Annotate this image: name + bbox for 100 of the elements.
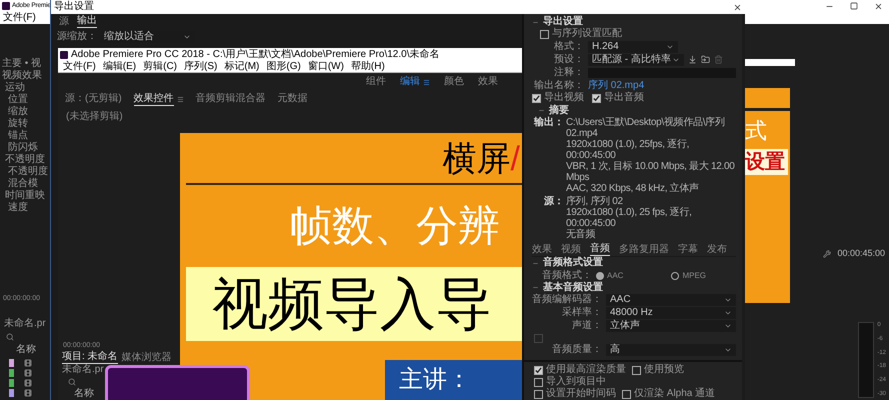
input-field[interactable]	[745, 59, 795, 66]
checkbox[interactable]	[534, 378, 543, 386]
close-icon[interactable]	[733, 2, 742, 12]
audio-dropdown[interactable]: 立体声	[606, 320, 736, 332]
audio-dropdown[interactable]: 48000 Hz	[606, 307, 736, 320]
settings-tab[interactable]: 视频	[561, 244, 581, 256]
menu-icon[interactable]	[176, 96, 184, 102]
field-label: 音频编解码器：	[532, 294, 602, 306]
summary-label: 源：	[543, 196, 564, 210]
wrench-icon[interactable]	[823, 250, 832, 258]
field-label: 音频格式：	[541, 270, 592, 281]
settings-tab[interactable]: 效果	[532, 244, 552, 256]
menu-item[interactable]: 序列(S)	[184, 60, 218, 72]
output-name-link[interactable]: 序列 02.mp4	[588, 80, 644, 92]
preset-dropdown[interactable]: 匹配源 - 高比特率	[588, 54, 684, 66]
restore-icon[interactable]	[850, 2, 858, 10]
menu-icon[interactable]	[423, 78, 430, 86]
caret-icon	[183, 33, 191, 41]
clip-icon	[24, 358, 32, 366]
settings-tab[interactable]: 字幕	[678, 244, 698, 256]
field-label: 输出名称：	[533, 80, 584, 92]
field-label: 采样率：	[561, 307, 602, 320]
save-preset-icon[interactable]	[688, 55, 697, 64]
menu-item[interactable]: 标记(M)	[224, 60, 260, 72]
search-icon[interactable]	[68, 378, 76, 386]
checkbox[interactable]	[622, 390, 631, 398]
menu-item[interactable]: 窗口(W)	[308, 60, 344, 72]
effect-label[interactable]: 视频效果	[2, 70, 42, 82]
effect-label[interactable]: 位置	[8, 94, 28, 106]
checkbox[interactable]	[540, 30, 549, 39]
clip-icon	[24, 368, 32, 376]
field-label: 格式：	[553, 40, 584, 53]
workspace-tab[interactable]: 效果	[478, 76, 498, 88]
slide-band	[745, 88, 790, 108]
effect-label[interactable]: 旋转	[8, 118, 28, 130]
slide-title: 横屏/	[442, 139, 520, 179]
menu-item[interactable]: 图形(G)	[266, 60, 301, 72]
settings-tab[interactable]: 音频	[590, 243, 610, 256]
clip-header: 主要 • 视	[2, 58, 42, 70]
panel-tab[interactable]: 源：(无剪辑)	[65, 93, 122, 105]
section-title: 摘要	[549, 104, 569, 116]
effect-label[interactable]: 混合模	[8, 178, 38, 190]
checkbox[interactable]	[534, 390, 543, 398]
effect-label[interactable]: 不透明度	[5, 154, 45, 166]
settings-tab[interactable]: 发布	[707, 244, 727, 256]
menu-item[interactable]: 编辑(E)	[102, 60, 136, 72]
effect-label[interactable]: 缩放	[8, 106, 28, 118]
menu-item[interactable]: 剪辑(C)	[143, 60, 178, 72]
dialog-title: 导出设置	[54, 1, 94, 13]
panel-tab[interactable]: 项目: 未命名	[62, 351, 118, 364]
settings-tab[interactable]: 多路复用器	[619, 244, 669, 256]
audio-dropdown[interactable]: AAC	[606, 294, 736, 306]
clip-icon	[24, 378, 32, 386]
empty-message: (未选择剪辑)	[65, 111, 124, 123]
slide-text: 式	[745, 119, 767, 143]
panel-tab[interactable]: 效果控件	[134, 92, 174, 106]
section-title: 音频格式设置	[543, 257, 603, 270]
workspace-tab[interactable]: 组件	[366, 76, 386, 88]
radio-label: AAC	[607, 270, 624, 281]
effect-label[interactable]: 速度	[8, 202, 28, 214]
workspace-tab[interactable]: 颜色	[444, 76, 464, 88]
slide-text: 设置	[745, 149, 788, 175]
effect-label[interactable]: 不透明度	[8, 166, 48, 178]
menu-item[interactable]: 文件(F)	[63, 60, 96, 72]
summary-line: 1920x1080 (1.0), 25fps, 逐行, 00:00:45:00	[566, 139, 690, 162]
clip-icon	[24, 388, 32, 396]
field-label: 音频质量：	[551, 344, 602, 356]
effect-label[interactable]: 防闪烁	[8, 142, 38, 154]
menu-item[interactable]: 帮助(H)	[350, 60, 385, 72]
panel-tab[interactable]: 音频剪辑混合器	[196, 93, 266, 105]
panel-tab[interactable]: 元数据	[278, 93, 308, 105]
effect-label[interactable]: 锚点	[8, 130, 28, 142]
format-dropdown[interactable]: H.264	[588, 40, 678, 53]
summary-line: 无音频	[566, 229, 596, 240]
checkbox[interactable]	[532, 94, 541, 103]
effect-label[interactable]: 时间重映	[5, 190, 45, 202]
field-label: 声道：	[571, 320, 602, 332]
summary-line: 序列, 序列 02	[566, 196, 624, 208]
dialog-tab[interactable]: 源	[59, 16, 69, 28]
project-file: 未命名.pr	[3, 318, 47, 330]
summary-line: C:\Users\王默\Desktop\视频作品\序列 02.mp4	[566, 117, 726, 140]
checkbox[interactable]	[534, 366, 543, 374]
workspace-tab[interactable]: 编辑	[400, 76, 420, 88]
checkbox-label: 仅渲染 Alpha 通道	[634, 388, 716, 400]
summary-line: 1920x1080 (1.0), 25 fps, 逐行, 00:00:45:00	[566, 207, 693, 230]
close-icon[interactable]	[874, 2, 883, 10]
dialog-tab[interactable]: 输出	[77, 15, 97, 28]
panel-tab[interactable]: 媒体浏览器	[122, 352, 172, 364]
search-icon[interactable]	[6, 333, 14, 341]
effect-label[interactable]: 运动	[5, 82, 25, 94]
timecode: 00:00:45:00	[837, 248, 885, 259]
menu-item[interactable]: 文件(F)	[3, 12, 36, 24]
checkbox[interactable]	[632, 366, 641, 374]
checkbox[interactable]	[592, 94, 601, 103]
radio-button[interactable]	[596, 272, 604, 280]
audio-quality-dropdown[interactable]: 高	[606, 344, 736, 356]
checkbox-label: 导出视频	[544, 92, 584, 104]
presenter-text: 主讲：	[399, 366, 471, 394]
import-preset-icon[interactable]	[701, 55, 710, 64]
radio-button[interactable]	[671, 272, 680, 280]
